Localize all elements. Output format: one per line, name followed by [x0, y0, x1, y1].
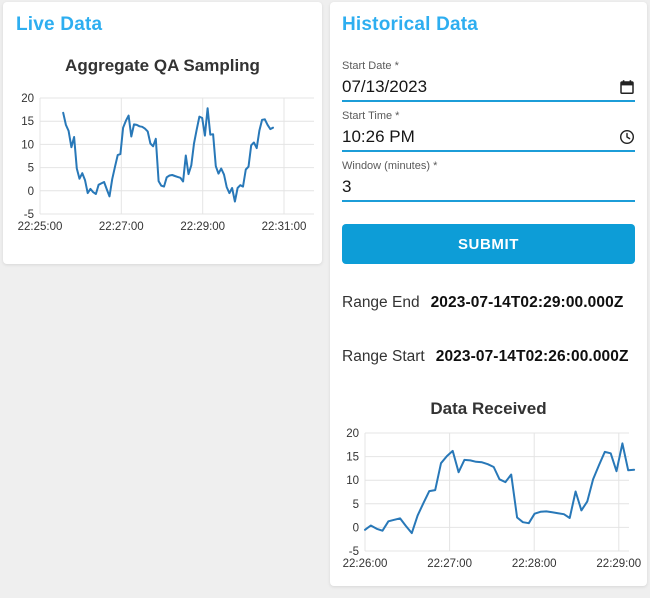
start-time-field: Start Time * 10:26 PM	[342, 108, 635, 152]
live-data-title: Live Data	[16, 14, 103, 35]
svg-text:15: 15	[21, 116, 34, 128]
svg-text:5: 5	[27, 163, 33, 175]
svg-text:0: 0	[352, 522, 358, 534]
svg-text:22:27:00: 22:27:00	[98, 221, 143, 233]
svg-text:10: 10	[346, 475, 359, 487]
start-time-input[interactable]: 10:26 PM	[342, 126, 415, 147]
window-minutes-label: Window (minutes) *	[342, 160, 438, 172]
start-date-field: Start Date * 07/13/2023	[342, 58, 635, 102]
historical-data-panel: Historical Data Start Date * 07/13/2023 …	[330, 2, 647, 586]
aggregate-qa-chart: Aggregate QA Sampling 20 15 10 5 0 -5 22:25:00…	[3, 56, 322, 242]
svg-text:-5: -5	[23, 209, 33, 221]
svg-text:22:28:00: 22:28:00	[511, 558, 556, 570]
range-end-row: Range End 2023-07-14T02:29:00.000Z	[342, 294, 635, 312]
svg-text:22:25:00: 22:25:00	[17, 221, 62, 233]
data-received-chart-title: Data Received	[430, 399, 547, 418]
historical-form: Start Date * 07/13/2023 Start Time * 10:…	[330, 58, 647, 581]
aggregate-qa-chart-title: Aggregate QA Sampling	[65, 56, 260, 75]
svg-text:22:31:00: 22:31:00	[261, 221, 306, 233]
submit-button[interactable]: SUBMIT	[342, 224, 635, 264]
live-data-panel: Live Data Aggregate QA Sampling 20 15 10 5 0…	[3, 2, 322, 264]
svg-text:22:26:00: 22:26:00	[342, 558, 387, 570]
svg-text:5: 5	[352, 499, 358, 511]
svg-text:-5: -5	[348, 546, 358, 558]
window-minutes-input[interactable]: 3	[342, 176, 351, 197]
svg-text:0: 0	[27, 186, 33, 198]
start-time-label: Start Time *	[342, 110, 400, 122]
start-date-input[interactable]: 07/13/2023	[342, 76, 427, 97]
svg-text:22:29:00: 22:29:00	[596, 558, 641, 570]
data-received-chart-canvas[interactable]: 20 15 10 5 0 -522:26:00 22:27:00 22:28:00 22:29:…	[342, 427, 641, 581]
window-minutes-field: Window (minutes) * 3	[342, 158, 635, 202]
range-start-row: Range Start 2023-07-14T02:26:00.000Z	[342, 348, 635, 366]
aggregate-qa-chart-canvas[interactable]: 20 15 10 5 0 -522:25:00 22:27:00 22:29:00 22:31:…	[10, 92, 316, 242]
range-start-value: 2023-07-14T02:26:00.000Z	[435, 348, 629, 365]
range-end-value: 2023-07-14T02:29:00.000Z	[430, 294, 624, 311]
svg-text:22:27:00: 22:27:00	[427, 558, 472, 570]
svg-text:20: 20	[21, 93, 34, 105]
svg-text:22:29:00: 22:29:00	[180, 221, 225, 233]
svg-text:10: 10	[21, 139, 34, 151]
calendar-icon[interactable]	[619, 79, 635, 95]
clock-icon[interactable]	[619, 129, 635, 145]
data-received-chart: Data Received 20 15 10 5 0 -5 22:26:00 22:27:00…	[342, 399, 641, 581]
range-end-label: Range End	[342, 294, 420, 311]
historical-data-title: Historical Data	[342, 14, 479, 35]
start-date-label: Start Date *	[342, 60, 399, 72]
range-start-label: Range Start	[342, 348, 425, 365]
svg-text:20: 20	[346, 428, 359, 440]
svg-text:15: 15	[346, 452, 359, 464]
